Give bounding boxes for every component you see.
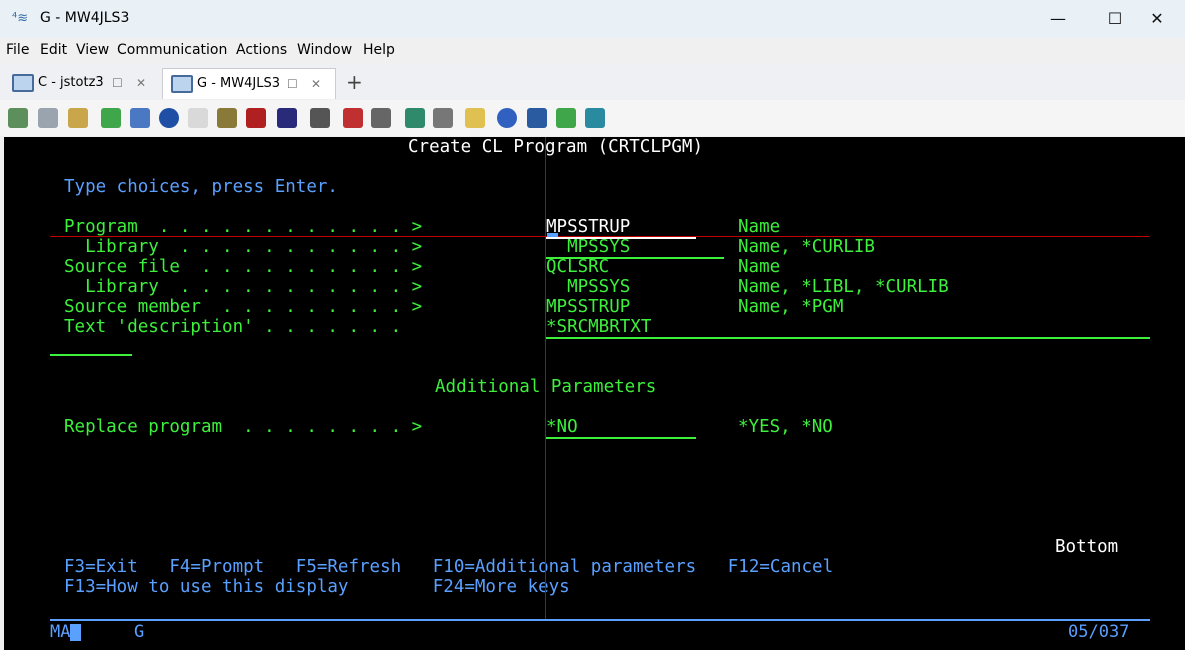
field-hint-source-library: Name, *LIBL, *CURLIB (738, 277, 949, 297)
minimize-button[interactable]: — (1030, 5, 1086, 33)
session-tab-bar: C - jstotz3 ☐ ✕ G - MW4JLS3 ☐ ✕ (0, 64, 1185, 101)
crosshair-horizontal (50, 236, 1150, 237)
source-library-input[interactable]: MPSSYS (546, 277, 630, 297)
library-input[interactable]: MPSSYS (546, 237, 724, 259)
tab-session-c[interactable]: C - jstotz3 ☐ ✕ (4, 68, 160, 98)
menu-bar: File Edit View Communication Actions Win… (0, 38, 1185, 64)
tools-icon[interactable] (310, 108, 330, 128)
restore-tab-icon[interactable]: ☐ (112, 68, 123, 98)
field-hint-library: Name, *CURLIB (738, 237, 875, 257)
function-keys-line-1: F3=Exit F4=Prompt F5=Refresh F10=Additio… (64, 557, 834, 577)
file-icon[interactable] (130, 108, 150, 128)
copy-icon[interactable] (8, 108, 28, 128)
menu-edit[interactable]: Edit (40, 42, 67, 58)
sql-icon[interactable] (246, 108, 266, 128)
source-member-input[interactable]: MPSSTRUP (546, 297, 630, 317)
archive-icon[interactable] (217, 108, 237, 128)
field-label-source-file: Source file . . . . . . . . . . > (64, 257, 423, 277)
print-icon[interactable] (433, 108, 453, 128)
menu-actions[interactable]: Actions (236, 42, 287, 58)
transfer-icon[interactable] (405, 108, 425, 128)
field-label-replace: Replace program . . . . . . . . > (64, 417, 423, 437)
grid-icon[interactable] (277, 108, 297, 128)
field-hint-replace: *YES, *NO (738, 417, 833, 437)
title-bar: ⁴≋ G - MW4JLS3 — ☐ ✕ (0, 0, 1185, 38)
window-title: G - MW4JLS3 (40, 10, 130, 26)
restore-tab-icon[interactable]: ☐ (287, 69, 298, 99)
toolbar (0, 100, 1185, 136)
globe-icon[interactable] (527, 108, 547, 128)
screen-icon[interactable] (585, 108, 605, 128)
tab-label: C - jstotz3 (38, 75, 104, 90)
text-cursor (547, 233, 558, 237)
status-mode-text: MA (50, 622, 71, 642)
notes-icon[interactable] (188, 108, 208, 128)
download-icon[interactable] (101, 108, 121, 128)
crosshair-vertical (545, 137, 546, 621)
field-hint-source-file: Name (738, 257, 781, 277)
tab-session-g[interactable]: G - MW4JLS3 ☐ ✕ (162, 68, 336, 99)
app-icon: ⁴≋ (12, 11, 29, 26)
terminal-screen[interactable]: Create CL Program (CRTCLPGM) Type choice… (4, 137, 1185, 650)
connect-icon[interactable] (343, 108, 363, 128)
text-description-input[interactable]: *SRCMBRTXT (546, 317, 1150, 339)
menu-window[interactable]: Window (297, 42, 352, 58)
new-tab-button[interactable]: + (346, 70, 363, 94)
field-hint-program: Name (738, 217, 781, 237)
bottom-indicator: Bottom (1055, 537, 1119, 557)
replace-input[interactable]: *NO (546, 417, 696, 439)
cursor-position: 05/037 (1068, 622, 1130, 642)
close-tab-icon[interactable]: ✕ (136, 68, 146, 98)
paste-icon[interactable] (38, 108, 58, 128)
tab-label: G - MW4JLS3 (197, 76, 280, 91)
close-tab-icon[interactable]: ✕ (311, 69, 321, 99)
clipboard-icon[interactable] (68, 108, 88, 128)
menu-file[interactable]: File (6, 42, 29, 58)
help-icon[interactable] (497, 108, 517, 128)
menu-help[interactable]: Help (363, 42, 395, 58)
disconnect-icon[interactable] (371, 108, 391, 128)
status-cursor-block (70, 623, 82, 641)
source-file-input[interactable]: QCLSRC (546, 257, 609, 277)
status-separator (50, 619, 1150, 621)
status-mode: MA (50, 622, 82, 642)
macro-icon[interactable] (465, 108, 485, 128)
field-hint-source-member: Name, *PGM (738, 297, 844, 317)
field-label-source-library: Library . . . . . . . . . . . > (64, 277, 423, 297)
menu-communication[interactable]: Communication (117, 42, 227, 58)
field-label-source-member: Source member . . . . . . . . . > (64, 297, 423, 317)
instructions-text: Type choices, press Enter. (64, 177, 338, 197)
monitor-icon (12, 74, 34, 92)
field-label-program: Program . . . . . . . . . . . . > (64, 217, 423, 237)
monitor-icon (171, 75, 193, 93)
navigator-icon[interactable] (159, 108, 179, 128)
field-label-library: Library . . . . . . . . . . . > (64, 237, 423, 257)
text-description-continuation[interactable] (50, 354, 132, 356)
status-session: G (134, 622, 145, 642)
close-button[interactable]: ✕ (1129, 5, 1185, 33)
screen-title: Create CL Program (CRTCLPGM) (408, 137, 704, 157)
upload-icon[interactable] (556, 108, 576, 128)
function-keys-line-2: F13=How to use this display F24=More key… (64, 577, 570, 597)
menu-view[interactable]: View (76, 42, 109, 58)
field-label-text-description: Text 'description' . . . . . . . (64, 317, 423, 337)
